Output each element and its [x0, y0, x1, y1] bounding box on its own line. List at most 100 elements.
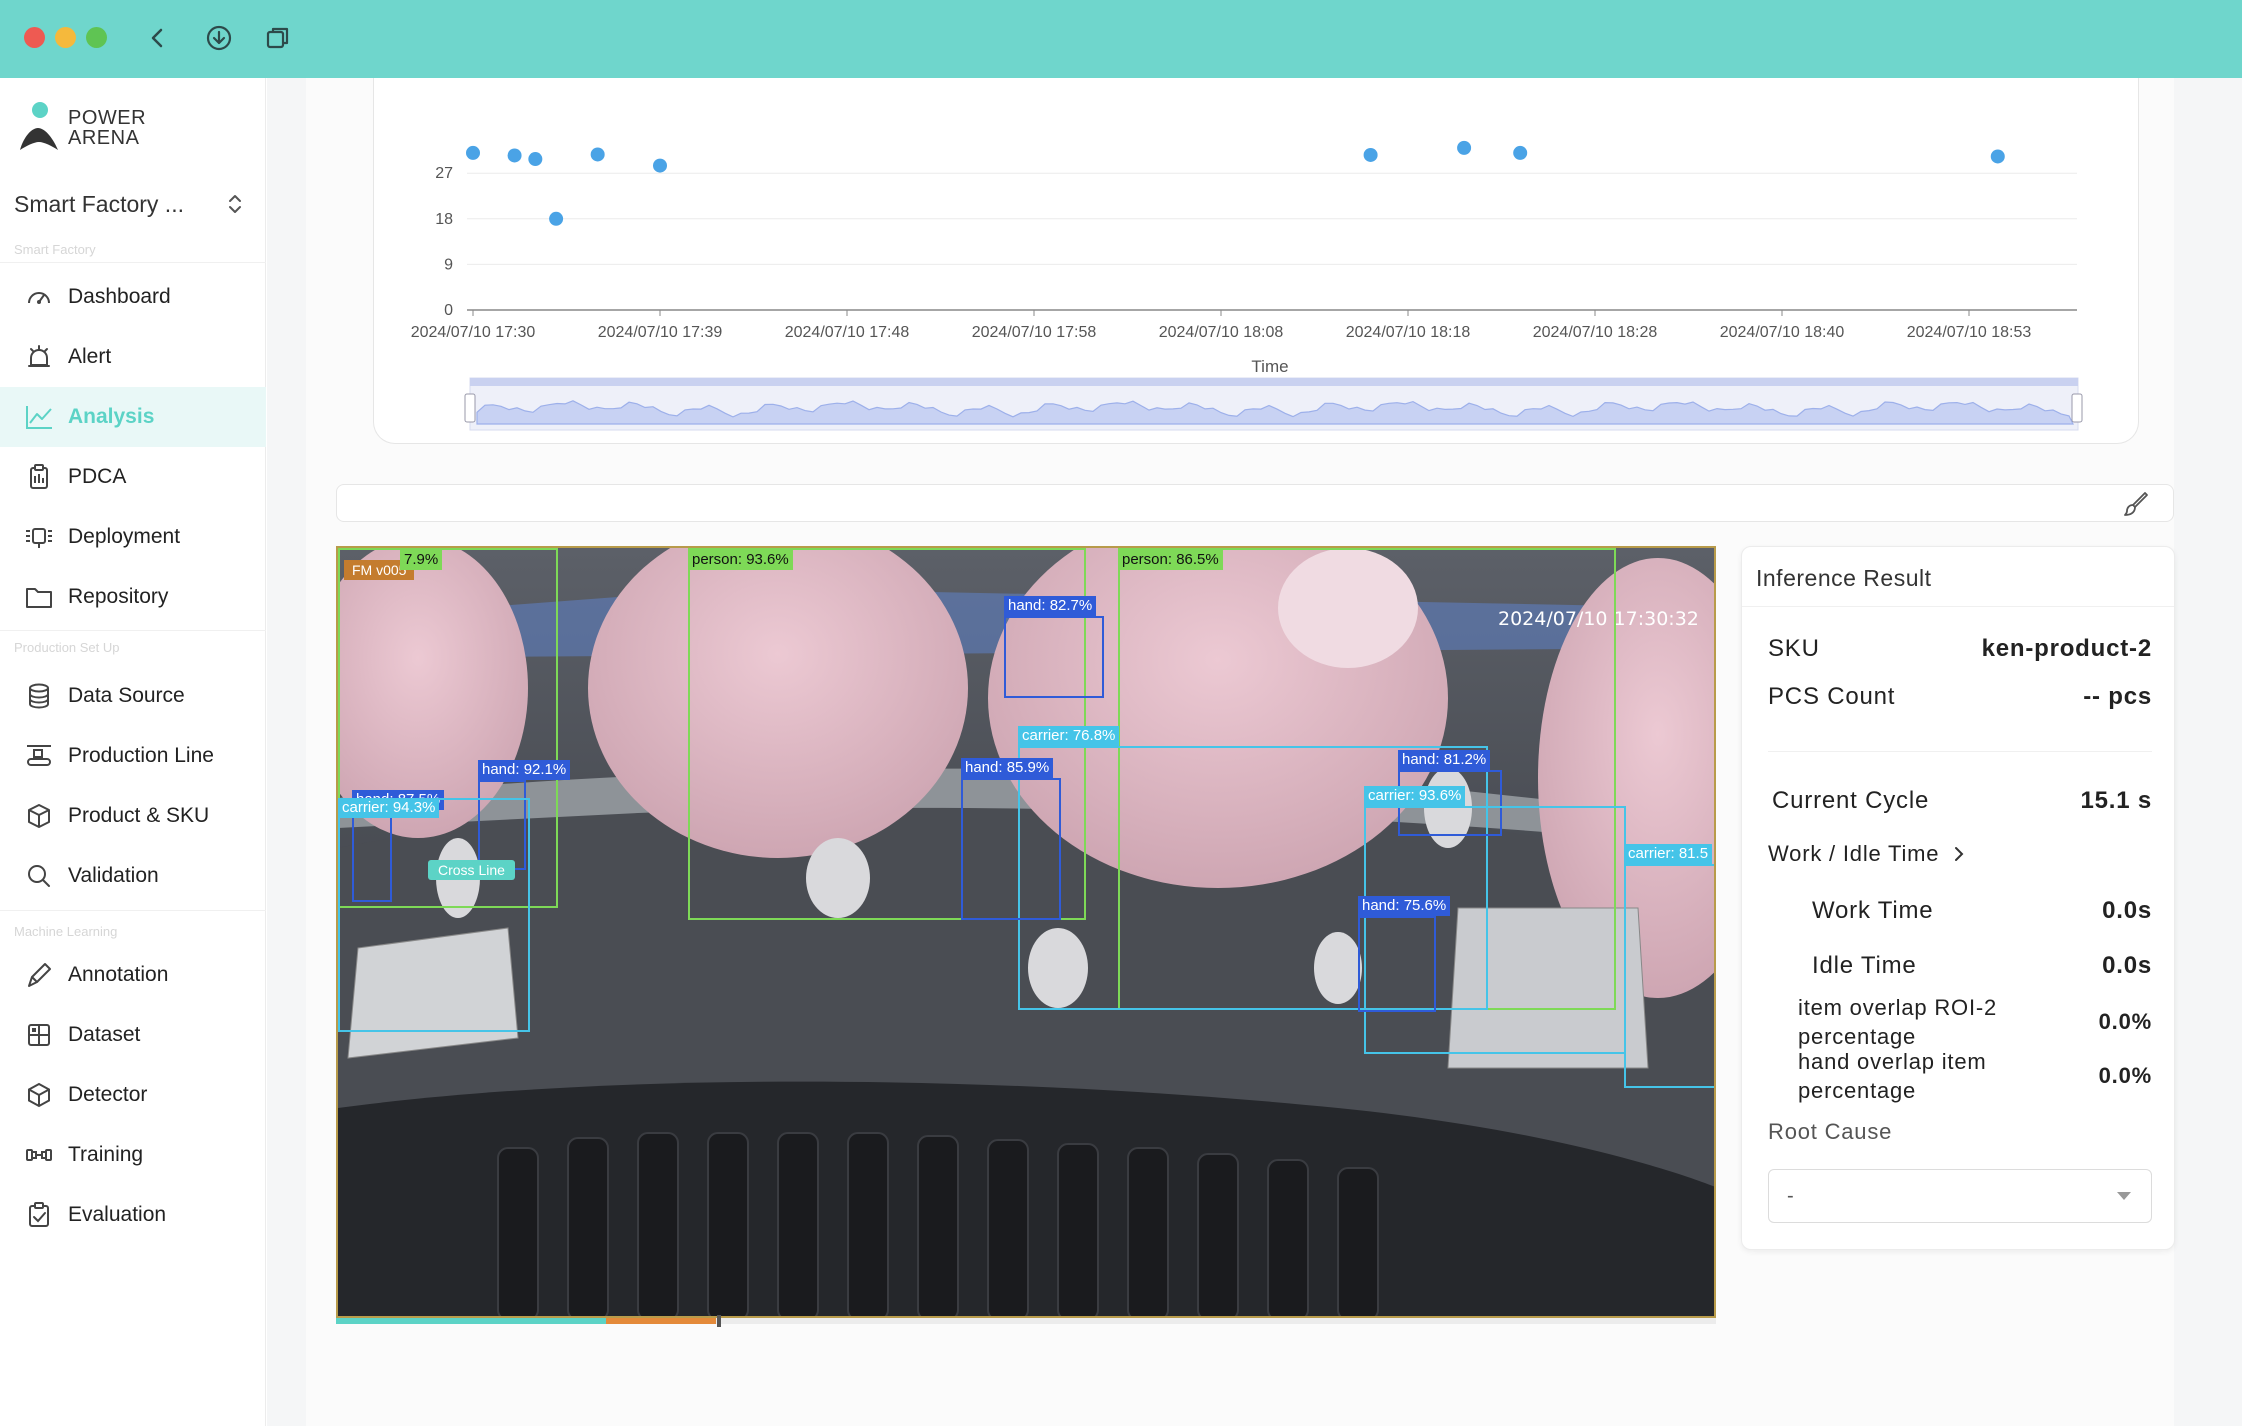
sidebar-item-alert[interactable]: Alert — [0, 327, 266, 387]
time-range-slider[interactable] — [464, 377, 2083, 431]
grid-icon — [24, 1020, 54, 1050]
sidebar-item-label: Detector — [68, 1083, 148, 1106]
sidebar-item-product-sku[interactable]: Product & SKU — [0, 786, 266, 846]
data-point[interactable] — [549, 211, 564, 226]
root-cause-select[interactable]: - — [1768, 1169, 2152, 1223]
chevron-right-icon — [1955, 847, 1964, 861]
inference-result-panel: Inference Result SKU ken-product-2 PCS C… — [1741, 546, 2175, 1250]
chart-grid — [467, 172, 2077, 265]
data-point[interactable] — [1457, 140, 1472, 155]
idle-time-row: Idle Time 0.0s — [1812, 952, 2152, 980]
work-idle-toggle[interactable]: Work / Idle Time — [1768, 841, 2152, 867]
slider-right-handle[interactable] — [2071, 393, 2083, 423]
data-point[interactable] — [653, 158, 667, 173]
cycle-time-scatter-chart: 091827 2024/07/10 17:30 2024/07/10 17:39 2… — [411, 140, 2083, 431]
video-progress-bar[interactable] — [336, 1315, 1716, 1327]
conveyor-icon — [24, 741, 54, 771]
minimize-window-button[interactable] — [55, 27, 76, 48]
pcs-count-row: PCS Count -- pcs — [1768, 683, 2152, 711]
data-point[interactable] — [466, 145, 480, 160]
back-icon[interactable] — [142, 22, 174, 54]
data-point[interactable] — [1363, 147, 1378, 162]
sidebar-item-dataset[interactable]: Dataset — [0, 1005, 266, 1065]
inference-video-frame[interactable]: FM v005 2024/07/10 17:30:32 7.9% person:… — [336, 546, 1716, 1318]
divider — [0, 630, 266, 631]
data-point[interactable] — [1513, 145, 1528, 160]
power-arena-logo[interactable]: POWER ARENA — [18, 100, 168, 156]
brush-icon[interactable] — [2123, 491, 2149, 522]
work-time-value: 0.0s — [2102, 897, 2152, 924]
copy-window-icon[interactable] — [262, 22, 294, 54]
sidebar-item-repository[interactable]: Repository — [0, 567, 266, 627]
item-overlap-label: item overlap ROI-2 percentage — [1798, 995, 1998, 1049]
sidebar-item-analysis[interactable]: Analysis — [0, 387, 266, 447]
folder-icon — [24, 582, 54, 612]
sidebar-item-label: Product & SKU — [68, 804, 210, 827]
data-point[interactable] — [507, 148, 522, 163]
chart-line-icon — [24, 402, 54, 432]
workspace-selector[interactable]: Smart Factory ... — [14, 186, 244, 222]
sidebar-item-label: PDCA — [68, 465, 127, 488]
x-tick-label: 2024/07/10 17:39 — [598, 324, 723, 341]
detection-box: hand: 82.7% — [1004, 596, 1104, 698]
sidebar-item-label: Data Source — [68, 684, 185, 707]
detection-box: hand: 75.6% — [1358, 896, 1451, 1012]
sidebar-item-label: Production Line — [68, 744, 214, 767]
y-tick-label: 27 — [435, 165, 453, 182]
x-tick-label: 2024/07/10 18:53 — [1907, 324, 2032, 341]
sidebar-item-detector[interactable]: Detector — [0, 1065, 266, 1125]
y-tick-label: 0 — [444, 302, 453, 319]
maximize-window-button[interactable] — [86, 27, 107, 48]
sidebar-item-dashboard[interactable]: Dashboard — [0, 267, 266, 327]
sidebar-item-evaluation[interactable]: Evaluation — [0, 1185, 266, 1245]
x-tick-label: 2024/07/10 18:40 — [1720, 324, 1845, 341]
download-icon[interactable] — [203, 22, 235, 54]
progress-knob[interactable] — [717, 1315, 721, 1327]
y-tick-label: 9 — [444, 256, 453, 273]
root-cause-value: - — [1787, 1184, 1794, 1207]
sku-label: SKU — [1768, 635, 1820, 662]
slider-selection-bar — [470, 378, 2078, 386]
sidebar-item-production-line[interactable]: Production Line — [0, 726, 266, 786]
sidebar-item-validation[interactable]: Validation — [0, 846, 266, 906]
cross-line-tag: Cross Line — [428, 860, 515, 880]
logo-text: POWER ARENA — [68, 107, 147, 149]
x-tick-label: 2024/07/10 17:58 — [972, 324, 1097, 341]
hand-overlap-label: hand overlap item percentage — [1798, 1049, 1987, 1103]
item-overlap-value: 0.0% — [2098, 1009, 2152, 1034]
slider-left-handle[interactable] — [464, 393, 476, 423]
sidebar-item-annotation[interactable]: Annotation — [0, 945, 266, 1005]
sku-value: ken-product-2 — [1981, 635, 2152, 662]
progress-segment-event — [606, 1318, 716, 1324]
section-label-production: Production Set Up — [14, 640, 120, 655]
close-window-button[interactable] — [24, 27, 45, 48]
sidebar-item-deployment[interactable]: Deployment — [0, 507, 266, 567]
sidebar-item-data-source[interactable]: Data Source — [0, 666, 266, 726]
idle-time-value: 0.0s — [2102, 952, 2152, 979]
caret-down-icon — [2117, 1192, 2131, 1200]
video-toolbar — [336, 484, 2174, 522]
section-label-ml: Machine Learning — [14, 924, 118, 939]
sidebar-item-label: Training — [68, 1143, 144, 1166]
sidebar-item-training[interactable]: Training — [0, 1125, 266, 1185]
sidebar-item-label: Annotation — [68, 963, 169, 986]
hand-overlap-row: hand overlap item percentage 0.0% — [1798, 1047, 2152, 1105]
sidebar-item-label: Validation — [68, 864, 159, 887]
sku-row: SKU ken-product-2 — [1768, 635, 2152, 663]
database-icon — [24, 681, 54, 711]
sidebar-item-pdca[interactable]: PDCA — [0, 447, 266, 507]
y-axis-ticks: 0 9 18 27 — [435, 165, 453, 319]
data-point[interactable] — [1990, 149, 2005, 164]
detection-box: carrier: 81.5 — [1624, 844, 1714, 1088]
y-tick-label: 18 — [435, 211, 453, 228]
x-tick-label: 2024/07/10 18:18 — [1346, 324, 1471, 341]
sidebar-item-label: Alert — [68, 345, 112, 368]
deployment-icon — [24, 522, 54, 552]
pcs-count-label: PCS Count — [1768, 683, 1896, 710]
data-point[interactable] — [528, 152, 543, 167]
current-cycle-label: Current Cycle — [1772, 787, 1930, 814]
data-points — [466, 140, 2005, 226]
data-point[interactable] — [590, 147, 605, 162]
sidebar-item-label: Analysis — [68, 405, 155, 428]
x-tick-label: 2024/07/10 18:28 — [1533, 324, 1658, 341]
